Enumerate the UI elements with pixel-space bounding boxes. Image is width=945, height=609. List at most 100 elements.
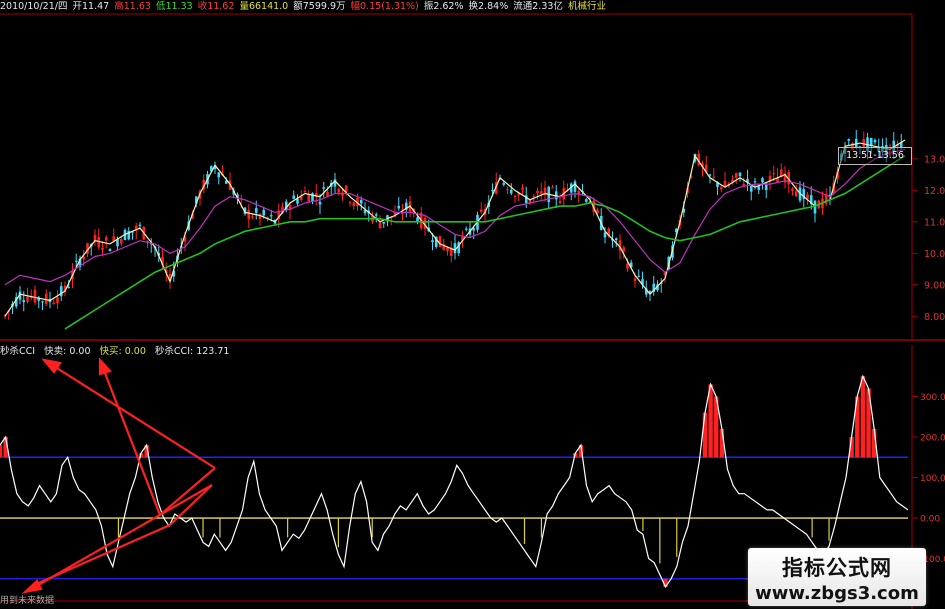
cci-quick-sell: 快卖: 0.00 (44, 346, 91, 357)
candle-body (292, 195, 296, 199)
cci-name: 秒杀CCI (0, 346, 36, 357)
price-tick-label: 9.00 (924, 280, 945, 291)
candle-body (348, 202, 352, 204)
candle-body (303, 190, 307, 193)
candle-body (251, 216, 254, 218)
candle-body (101, 247, 104, 250)
candle-body (521, 187, 524, 190)
candle-body (558, 201, 562, 204)
watermark-logo: 指标公式网 www.zbgs3.com (748, 548, 926, 606)
candle-body (603, 232, 607, 238)
info-amplitude: 振2.62% (423, 1, 464, 12)
cci-axis-ticks: 300.00200.00100.000.00-100.00 (912, 393, 945, 565)
candle-body (22, 300, 26, 303)
candle-body (33, 289, 37, 303)
price-tick-label: 13.00 (924, 154, 945, 165)
candle-body (614, 238, 618, 241)
future-data-note: 用到未来数据 (0, 596, 55, 606)
info-change: 幅0.15(1.31%) (350, 1, 419, 12)
candle-body (633, 278, 637, 282)
info-amount: 额7599.9万 (293, 1, 346, 12)
candle-body (738, 172, 742, 177)
candle-body (764, 184, 768, 191)
chart-canvas: 13.00 12.00 11.00 10.00 9.00 8.00 300.00 200.0… (0, 13, 945, 609)
cci-tick-label: 0.00 (920, 515, 940, 525)
candle-body (56, 297, 59, 303)
candle-body (112, 236, 116, 241)
price-tick-label: 11.00 (924, 217, 945, 228)
candle-body (539, 191, 543, 194)
candle-body (551, 187, 554, 189)
candle-body (761, 178, 764, 183)
price-tick-label: 12.00 (924, 186, 945, 197)
candle-body (67, 286, 71, 288)
price-tick-label: 10.00 (924, 249, 945, 260)
info-industry: 机械行业 (567, 1, 606, 12)
candle-body (296, 198, 299, 204)
price-panel-frame (0, 13, 945, 341)
candle-body (708, 174, 712, 176)
ma-short-line (4, 139, 906, 317)
cci-quick-buy: 快买: 0.00 (99, 346, 146, 357)
cci-extreme-fills (0, 376, 877, 587)
candle-body (431, 240, 434, 243)
cci-overbought-bar (702, 412, 708, 458)
candle-body (573, 181, 577, 192)
candle-body (119, 239, 123, 244)
candle-body (397, 205, 401, 209)
candle-body (464, 228, 468, 230)
info-close: 收11.62 (197, 1, 235, 12)
candle-body (753, 181, 757, 183)
candle-body (217, 172, 221, 178)
candle-body (847, 139, 851, 141)
cci-tick-label: 200.00 (920, 433, 945, 443)
info-float-shares: 流通2.33亿 (513, 1, 563, 12)
candle-body (757, 186, 761, 190)
info-high: 高11.63 (114, 1, 151, 12)
candle-body (622, 247, 626, 252)
candle-body (359, 199, 363, 204)
cci-overbought-bar (0, 445, 3, 458)
candle-body (513, 195, 517, 198)
info-low: 低11.33 (155, 1, 193, 12)
candlesticks (3, 130, 903, 320)
candle-body (491, 189, 494, 192)
candle-body (44, 293, 48, 304)
watermark-url: www.zbgs3.com (755, 583, 919, 604)
candle-body (626, 263, 629, 269)
candle-body (749, 185, 753, 192)
candle-body (247, 209, 251, 219)
cci-overbought-bar (708, 384, 713, 458)
cci-legend: 秒杀CCI 快卖: 0.00 快买: 0.00 秒杀CCI: 123.71 (0, 345, 235, 359)
candle-body (52, 302, 56, 304)
candle-body (772, 173, 776, 175)
candle-body (378, 222, 382, 229)
price-axis-ticks: 13.00 12.00 11.00 10.00 9.00 8.00 (912, 154, 945, 323)
candle-body (262, 209, 266, 216)
candle-body (438, 236, 442, 248)
candle-body (318, 201, 322, 205)
candle-body (104, 237, 108, 241)
candle-body (322, 187, 326, 189)
stock-info-bar: 2010/10/21/四 开11.47 高11.63 低11.33 收11.62… (0, 0, 912, 13)
candle-body (26, 296, 29, 302)
candle-body (584, 199, 588, 202)
price-tick-label: 8.00 (924, 312, 945, 323)
cci-tick-label: 100.00 (920, 474, 945, 484)
candle-body (337, 188, 341, 193)
info-turnover: 换2.84% (468, 1, 509, 12)
candle-body (509, 189, 513, 194)
candle-body (502, 183, 506, 185)
cci-overbought-bar (860, 376, 866, 458)
info-date: 2010/10/21/四 (0, 1, 68, 12)
candle-body (269, 215, 273, 217)
candle-body (41, 301, 44, 303)
info-volume: 量66141.0 (239, 1, 289, 12)
candle-body (506, 189, 509, 191)
candle-body (719, 187, 723, 190)
candle-body (254, 208, 258, 213)
watermark-title: 指标公式网 (782, 556, 892, 580)
candle-body (734, 173, 738, 178)
candle-body (352, 202, 356, 206)
annotation-arrows (21, 357, 216, 594)
